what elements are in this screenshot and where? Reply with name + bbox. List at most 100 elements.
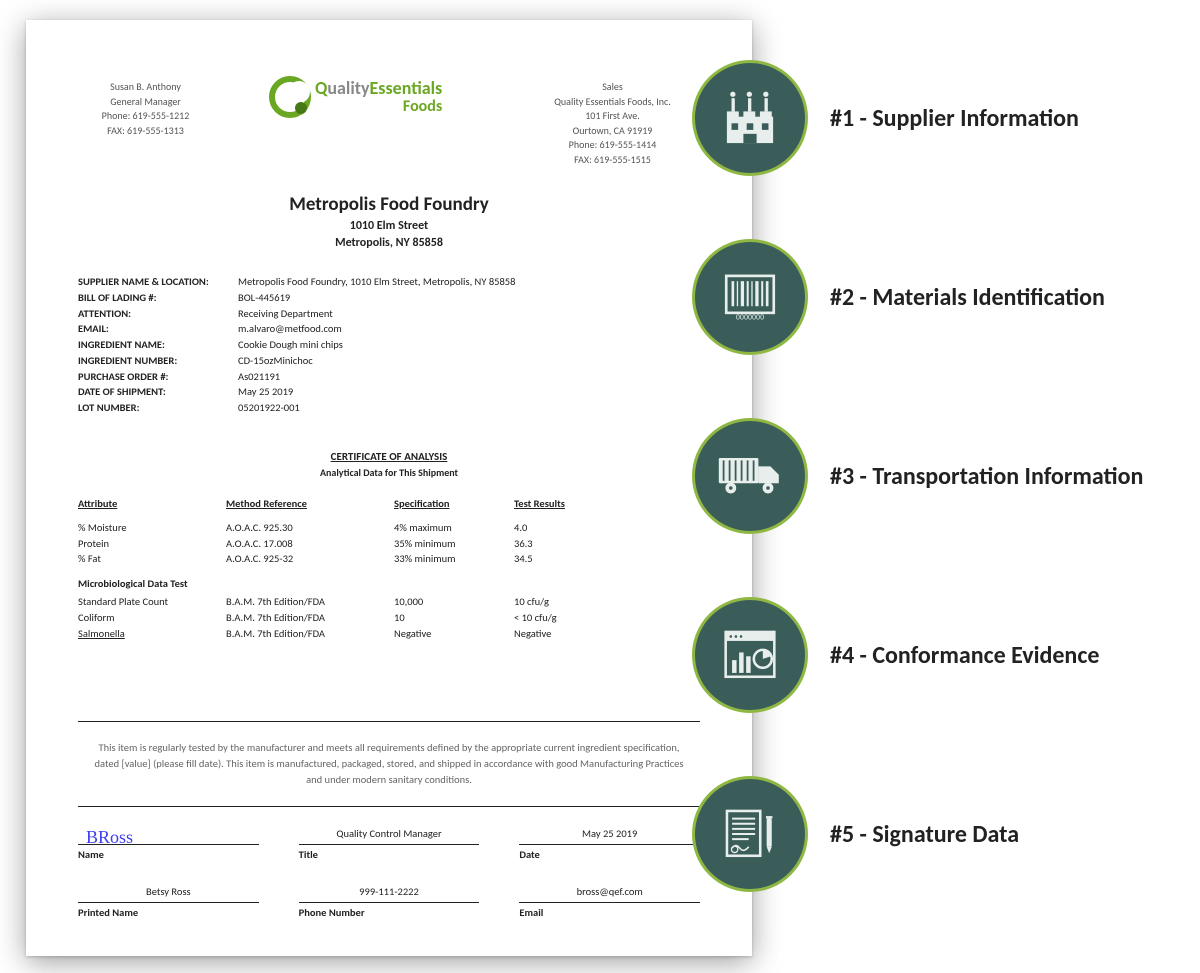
callout-label: #3 - Transportation Information [830,462,1143,491]
table-row: ColiformB.A.M. 7th Edition/FDA10< 10 cfu… [78,610,700,626]
signature-label: Date [519,848,700,861]
meta-row: PURCHASE ORDER #:As021191 [78,369,700,385]
cert-title: CERTIFICATE OF ANALYSIS [78,450,700,463]
contact-phone: Phone: 619-555-1212 [78,109,213,124]
meta-key: BILL OF LADING #: [78,290,238,306]
meta-row: SUPPLIER NAME & LOCATION:Metropolis Food… [78,274,700,290]
signature-value: May 25 2019 [519,825,700,845]
cert-subtitle: Analytical Data for This Shipment [78,466,700,479]
meta-value: 05201922-001 [238,400,300,416]
factory-icon [692,60,808,176]
header-left: Susan B. Anthony General Manager Phone: … [78,80,213,138]
meta-value: BOL-445619 [238,290,290,306]
addressee-line2: Metropolis, NY 85858 [78,236,700,250]
meta-key: EMAIL: [78,321,238,337]
phone: Phone: 619-555-1414 [525,138,700,153]
divider [78,721,700,722]
signature-value: Quality Control Manager [299,825,480,845]
meta-value: May 25 2019 [238,384,293,400]
meta-value: Cookie Dough mini chips [238,337,343,353]
certificate-heading: CERTIFICATE OF ANALYSIS Analytical Data … [78,450,700,479]
shipment-metadata: SUPPLIER NAME & LOCATION:Metropolis Food… [78,274,700,416]
meta-row: INGREDIENT NUMBER:CD-15ozMinichoc [78,353,700,369]
callout-item: #3 - Transportation Information [692,418,1143,534]
signature-cell: May 25 2019 Date [519,825,700,861]
table-row: % MoistureA.O.A.C. 925.304% maximum4.0 [78,520,700,536]
signature-label: Phone Number [299,906,480,919]
meta-key: PURCHASE ORDER #: [78,369,238,385]
callout-item: #1 - Supplier Information [692,60,1143,176]
dept: Sales [525,80,700,95]
barcode-icon: 0000000 [692,239,808,355]
signature-value: bross@qef.com [519,883,700,903]
meta-row: ATTENTION:Receiving Department [78,306,700,322]
table-row: SalmonellaB.A.M. 7th Edition/FDANegative… [78,626,700,642]
signature-value: Betsy Ross [78,883,259,903]
col-spec: Specification [394,497,514,510]
meta-key: ATTENTION: [78,306,238,322]
callout-label: #5 - Signature Data [830,820,1019,849]
signature-cell: bross@qef.com Email [519,883,700,919]
coa-document: Susan B. Anthony General Manager Phone: … [26,20,752,956]
meta-value: Metropolis Food Foundry, 1010 Elm Street… [238,274,515,290]
signature-icon [692,776,808,892]
callout-item: #4 - Conformance Evidence [692,597,1143,713]
signature-label: Printed Name [78,906,259,919]
col-attribute: Attribute [78,497,226,510]
city: Ourtown, CA 91919 [525,124,700,139]
signature-label: Title [299,848,480,861]
contact-fax: FAX: 619-555-1313 [78,124,213,139]
col-result: Test Results [514,497,634,510]
meta-row: LOT NUMBER:05201922-001 [78,400,700,416]
fax: FAX: 619-555-1515 [525,153,700,168]
callout-label: #4 - Conformance Evidence [830,641,1099,670]
chart-icon [692,597,808,713]
callout-label: #1 - Supplier Information [830,104,1079,133]
truck-icon [692,418,808,534]
meta-key: SUPPLIER NAME & LOCATION: [78,274,238,290]
signature-value: BRoss [78,825,259,845]
meta-key: DATE OF SHIPMENT: [78,384,238,400]
addressee-block: Metropolis Food Foundry 1010 Elm Street … [78,193,700,250]
table-row: Standard Plate CountB.A.M. 7th Edition/F… [78,594,700,610]
signature-label: Email [519,906,700,919]
addressee-name: Metropolis Food Foundry [78,193,700,216]
signature-cell: 999-111-2222 Phone Number [299,883,480,919]
meta-row: INGREDIENT NAME:Cookie Dough mini chips [78,337,700,353]
contact-name: Susan B. Anthony [78,80,213,95]
meta-row: DATE OF SHIPMENT:May 25 2019 [78,384,700,400]
meta-row: BILL OF LADING #:BOL-445619 [78,290,700,306]
meta-value: m.alvaro@metfood.com [238,321,342,337]
signature-cell: BRoss Name [78,825,259,861]
callout-list: #1 - Supplier Information 0000000 #2 - Mat… [692,60,1143,955]
document-header: Susan B. Anthony General Manager Phone: … [78,80,700,167]
meta-value: As021191 [238,369,280,385]
meta-value: Receiving Department [238,306,333,322]
header-right: Sales Quality Essentials Foods, Inc. 101… [525,80,700,167]
callout-label: #2 - Materials Identification [830,283,1105,312]
signature-label: Name [78,848,259,861]
callout-item: 0000000 #2 - Materials Identification [692,239,1143,355]
signature-cell: Quality Control Manager Title [299,825,480,861]
meta-key: LOT NUMBER: [78,400,238,416]
svg-text:0000000: 0000000 [736,312,764,321]
contact-role: General Manager [78,95,213,110]
callout-item: #5 - Signature Data [692,776,1143,892]
meta-key: INGREDIENT NAME: [78,337,238,353]
col-method: Method Reference [226,497,394,510]
table-row: % FatA.O.A.C. 925-3233% minimum34.5 [78,551,700,567]
table-row: ProteinA.O.A.C. 17.00835% minimum36.3 [78,536,700,552]
company: Quality Essentials Foods, Inc. [525,95,700,110]
signature-value: 999-111-2222 [299,883,480,903]
addressee-line1: 1010 Elm Street [78,219,700,233]
signature-cell: Betsy Ross Printed Name [78,883,259,919]
addr: 101 First Ave. [525,109,700,124]
analysis-table: Attribute Method Reference Specification… [78,497,700,642]
micro-header: Microbiological Data Test [78,577,218,590]
divider [78,806,700,807]
meta-key: INGREDIENT NUMBER: [78,353,238,369]
meta-row: EMAIL:m.alvaro@metfood.com [78,321,700,337]
meta-value: CD-15ozMinichoc [238,353,313,369]
company-logo: QualityEssentials Foods [269,76,469,118]
signature-block: BRoss Name Quality Control Manager Title May… [78,825,700,919]
